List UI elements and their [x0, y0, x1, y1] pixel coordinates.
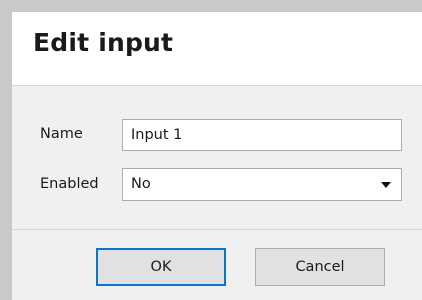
enabled-select[interactable]: No [122, 168, 402, 201]
dialog-content: Edit input Name Enabled No OK Cancel [12, 12, 422, 300]
cancel-button[interactable]: Cancel [255, 248, 385, 286]
enabled-select-value: No [131, 176, 151, 192]
name-input[interactable] [122, 119, 402, 151]
enabled-label: Enabled [40, 176, 99, 192]
chevron-down-icon[interactable] [381, 182, 391, 188]
form-area: Name Enabled No [12, 86, 422, 230]
name-label: Name [40, 126, 83, 142]
ok-button[interactable]: OK [96, 248, 226, 286]
dialog-header: Edit input [12, 12, 422, 86]
dialog-footer: OK Cancel [12, 230, 422, 300]
dialog-title: Edit input [33, 28, 174, 57]
